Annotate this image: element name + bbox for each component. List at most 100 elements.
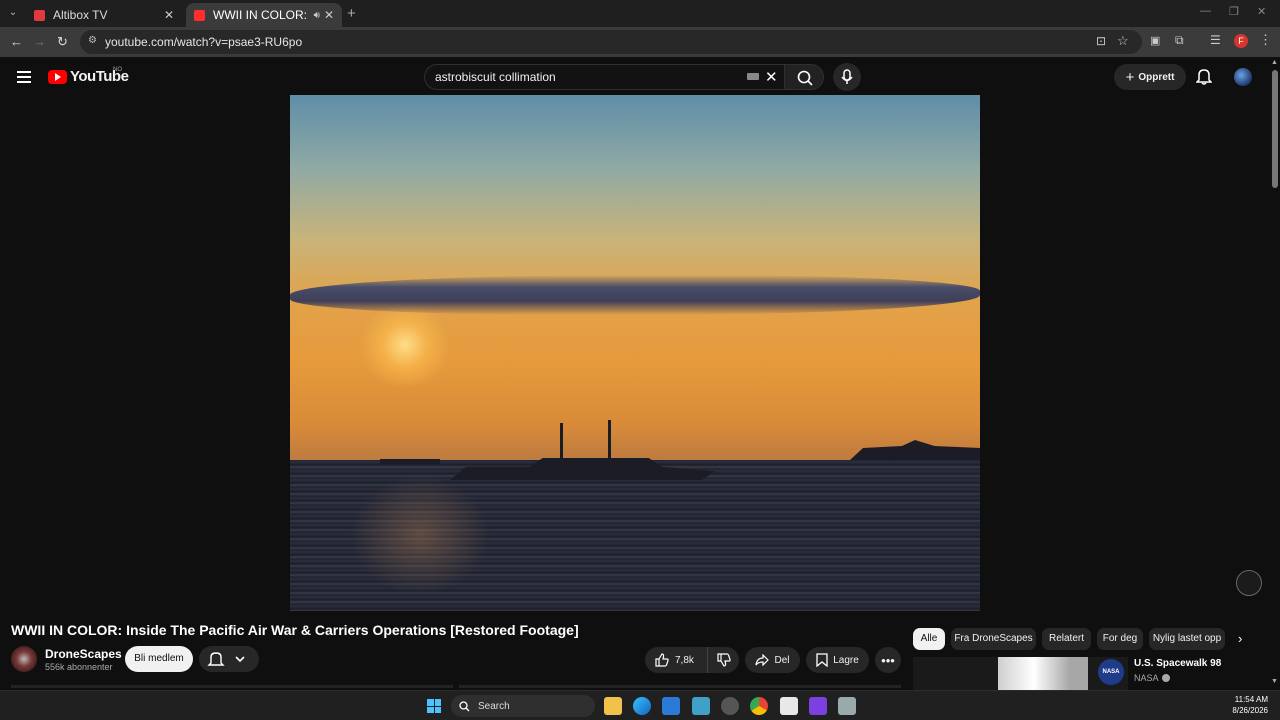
- windows-start-icon[interactable]: [427, 699, 441, 713]
- taskbar-app-icon[interactable]: [692, 697, 710, 715]
- reload-icon[interactable]: ↻: [57, 34, 68, 50]
- youtube-logo[interactable]: YouTube NO: [48, 67, 129, 85]
- create-label: Opprett: [1138, 71, 1175, 83]
- chips-next-chevron-icon[interactable]: ›: [1238, 631, 1242, 646]
- tab-altibox[interactable]: Altibox TV ✕: [26, 3, 182, 27]
- tab-title: WWII IN COLOR: Inside The: [213, 8, 310, 22]
- tab-youtube[interactable]: WWII IN COLOR: Inside The 🔊︎ ✕: [186, 3, 342, 27]
- omnibox[interactable]: ⚙ youtube.com/watch?v=psae3-RU6po: [80, 30, 1142, 54]
- restore-icon[interactable]: ❐: [1229, 5, 1239, 18]
- channel-watermark-icon[interactable]: [1236, 570, 1262, 596]
- chrome-menu-icon[interactable]: ⋮: [1259, 32, 1272, 48]
- back-icon[interactable]: ←: [10, 34, 23, 49]
- channel-avatar[interactable]: [11, 646, 37, 672]
- cast-icon[interactable]: ▣: [1150, 34, 1160, 47]
- site-info-icon[interactable]: ⚙: [88, 35, 97, 46]
- video-title: WWII IN COLOR: Inside The Pacific Air Wa…: [11, 622, 579, 638]
- chip-from-channel[interactable]: Fra DroneScapes: [951, 628, 1036, 650]
- scrollbar-thumb[interactable]: [1272, 70, 1278, 188]
- search-query[interactable]: astrobiscuit collimation: [435, 70, 556, 84]
- tab-title: Altibox TV: [53, 8, 108, 22]
- youtube-favicon-icon: [194, 9, 205, 21]
- address-bar-row: ← → ↻ ⚙ youtube.com/watch?v=psae3-RU6po …: [0, 27, 1280, 57]
- altibox-favicon-icon: [34, 9, 45, 21]
- chip-recently-uploaded[interactable]: Nylig lastet opp: [1149, 628, 1225, 650]
- recommendation-channel[interactable]: NASA: [1134, 673, 1170, 683]
- chip-all[interactable]: Alle: [913, 628, 945, 650]
- video-player[interactable]: [290, 95, 980, 611]
- save-button[interactable]: Lagre: [806, 647, 869, 673]
- scroll-up-arrow-icon[interactable]: ▲: [1271, 59, 1278, 66]
- search-icon: [797, 70, 813, 86]
- youtube-play-icon: [48, 69, 67, 84]
- taskbar-app-icon[interactable]: [780, 697, 798, 715]
- search-icon: [459, 700, 470, 711]
- reading-list-icon[interactable]: ☰: [1210, 33, 1221, 47]
- audio-playing-icon[interactable]: 🔊︎: [314, 10, 320, 21]
- clear-search-icon[interactable]: ✕: [765, 68, 778, 86]
- more-dots-icon: •••: [881, 652, 895, 668]
- close-tab-icon[interactable]: ✕: [324, 8, 334, 22]
- keyboard-icon[interactable]: [747, 73, 759, 80]
- minimize-icon[interactable]: —: [1200, 5, 1211, 17]
- more-actions-button[interactable]: •••: [875, 647, 901, 673]
- url-text[interactable]: youtube.com/watch?v=psae3-RU6po: [105, 35, 302, 49]
- subscriber-count: 556k abonnenter: [45, 662, 113, 672]
- extensions-icon[interactable]: ⧉: [1175, 33, 1184, 48]
- notifications-bell-icon[interactable]: [1196, 68, 1212, 85]
- video-frame-ship-right: [850, 440, 980, 460]
- thumbs-down-icon: [716, 653, 731, 667]
- share-arrow-icon: [755, 654, 770, 666]
- join-button[interactable]: Bli medlem: [125, 646, 193, 672]
- chip-for-you[interactable]: For deg: [1097, 628, 1143, 650]
- notification-settings-button[interactable]: [199, 646, 259, 672]
- save-label: Lagre: [833, 654, 859, 666]
- share-button[interactable]: Del: [745, 647, 800, 673]
- like-count: 7,8k: [675, 654, 694, 666]
- windows-taskbar: Search 11:54 AM 8/26/2026: [0, 690, 1280, 720]
- channel-name[interactable]: DroneScapes: [45, 647, 122, 661]
- install-app-icon[interactable]: ⊡: [1096, 34, 1106, 48]
- search-input[interactable]: astrobiscuit collimation ✕: [424, 64, 784, 90]
- clock-time: 11:54 AM: [1234, 695, 1268, 704]
- edge-browser-icon[interactable]: [633, 697, 651, 715]
- forward-icon[interactable]: →: [33, 34, 46, 49]
- new-tab-button[interactable]: +: [347, 5, 356, 22]
- tab-search-chevron-icon[interactable]: ⌄: [6, 6, 20, 20]
- bookmark-star-icon[interactable]: ☆: [1117, 33, 1129, 49]
- recommendation-thumbnail[interactable]: NASA: [913, 657, 1128, 690]
- scroll-down-arrow-icon[interactable]: ▼: [1271, 678, 1278, 685]
- astronaut-image: [998, 657, 1088, 690]
- plus-icon: +: [1125, 68, 1135, 86]
- taskbar-search[interactable]: Search: [451, 695, 595, 717]
- chip-related[interactable]: Relatert: [1042, 628, 1091, 650]
- file-explorer-icon[interactable]: [604, 697, 622, 715]
- voice-search-button[interactable]: [833, 63, 861, 91]
- video-frame-sun: [360, 300, 450, 390]
- store-app-icon[interactable]: [662, 697, 680, 715]
- description-box-edge: [11, 685, 453, 688]
- share-label: Del: [774, 654, 790, 666]
- taskbar-app-icon[interactable]: [838, 697, 856, 715]
- profile-avatar[interactable]: F: [1234, 34, 1248, 48]
- like-button[interactable]: 7,8k: [645, 647, 708, 673]
- account-avatar[interactable]: [1234, 68, 1252, 86]
- hamburger-menu-icon[interactable]: [17, 71, 31, 86]
- system-clock[interactable]: 11:54 AM 8/26/2026: [1222, 694, 1268, 716]
- chrome-browser-icon[interactable]: [750, 697, 768, 715]
- dislike-button[interactable]: [708, 653, 739, 667]
- close-window-icon[interactable]: ✕: [1257, 5, 1266, 18]
- taskbar-search-label: Search: [478, 700, 510, 712]
- close-tab-icon[interactable]: ✕: [164, 8, 174, 22]
- recommendation-title[interactable]: U.S. Spacewalk 98: [1134, 658, 1221, 669]
- video-frame-glare: [350, 475, 490, 595]
- taskbar-app-icon[interactable]: [721, 697, 739, 715]
- youtube-header: YouTube NO astrobiscuit collimation ✕ + …: [0, 57, 1270, 95]
- video-frame-ship-far: [380, 459, 440, 464]
- search-button[interactable]: [784, 64, 824, 90]
- thumbs-up-icon: [655, 653, 669, 667]
- taskbar-app-icon[interactable]: [809, 697, 827, 715]
- bookmark-icon: [816, 653, 828, 667]
- create-button[interactable]: + Opprett: [1114, 64, 1186, 90]
- clock-date: 8/26/2026: [1232, 706, 1268, 715]
